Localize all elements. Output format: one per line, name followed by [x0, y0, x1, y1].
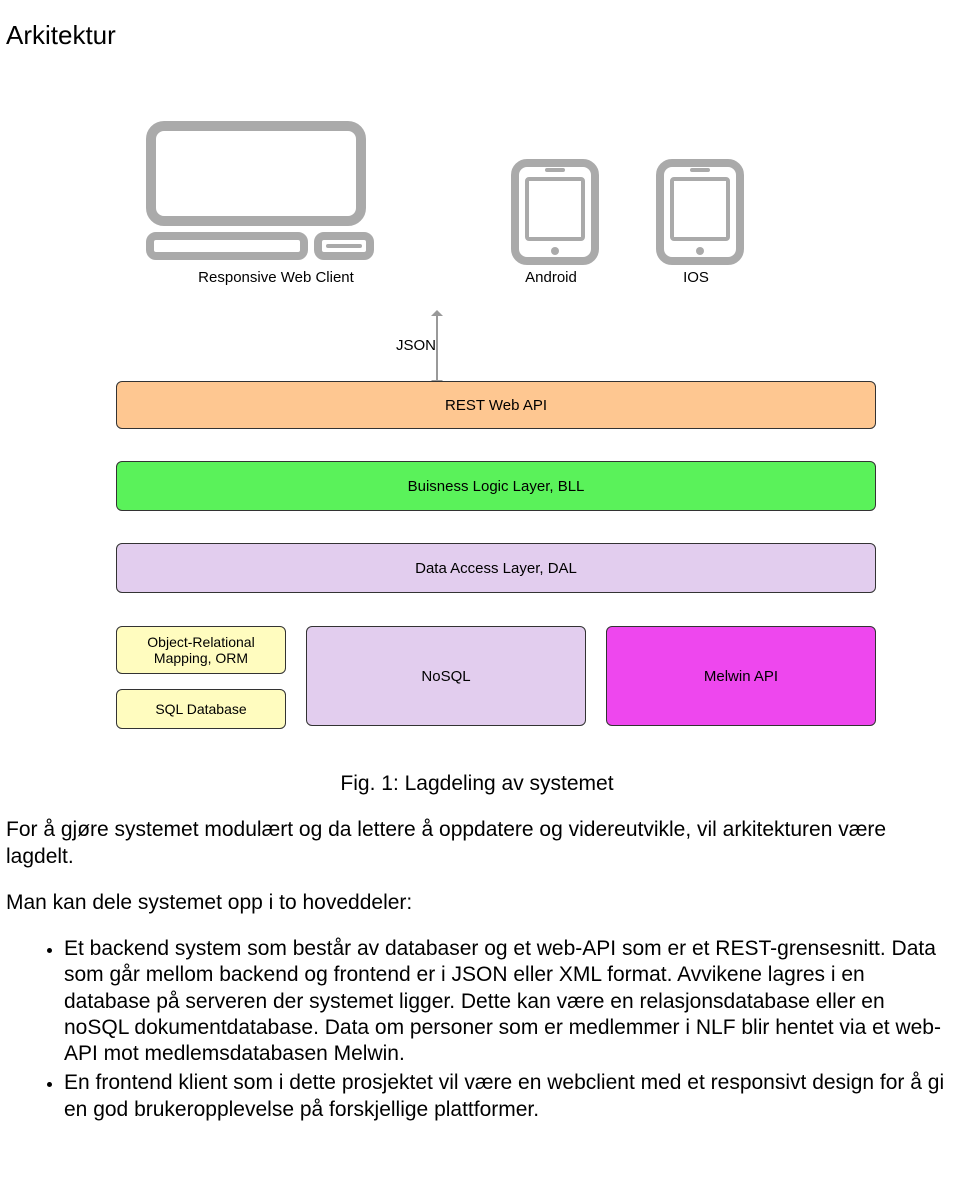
json-arrow-icon	[436, 316, 438, 380]
client-label-android: Android	[491, 269, 611, 286]
clients-row: Responsive Web Client Android IOS	[116, 91, 876, 291]
page-title: Arkitektur	[6, 20, 960, 51]
client-label-web: Responsive Web Client	[176, 269, 376, 286]
computer-icon	[146, 121, 374, 260]
layer-rest: REST Web API	[116, 381, 876, 429]
layer-orm: Object-Relational Mapping, ORM	[116, 626, 286, 674]
client-label-ios: IOS	[636, 269, 756, 286]
layer-dal: Data Access Layer, DAL	[116, 543, 876, 593]
list-item: En frontend klient som i dette prosjekte…	[64, 1070, 948, 1123]
paragraph: Man kan dele systemet opp i to hoveddele…	[6, 890, 948, 916]
bullet-list: Et backend system som består av database…	[6, 936, 948, 1123]
layer-melwin: Melwin API	[606, 626, 876, 726]
layer-sqldb: SQL Database	[116, 689, 286, 729]
figure-caption: Fig. 1: Lagdeling av systemet	[6, 771, 948, 797]
tablet-icon	[511, 159, 599, 265]
architecture-diagram: Responsive Web Client Android IOS JSON R…	[116, 91, 906, 771]
tablet-icon	[656, 159, 744, 265]
list-item: Et backend system som består av database…	[64, 936, 948, 1067]
paragraph: For å gjøre systemet modulært og da lett…	[6, 817, 948, 870]
body-text: Fig. 1: Lagdeling av systemet For å gjør…	[6, 771, 948, 1123]
json-label: JSON	[396, 337, 436, 354]
layer-bll: Buisness Logic Layer, BLL	[116, 461, 876, 511]
layer-nosql: NoSQL	[306, 626, 586, 726]
